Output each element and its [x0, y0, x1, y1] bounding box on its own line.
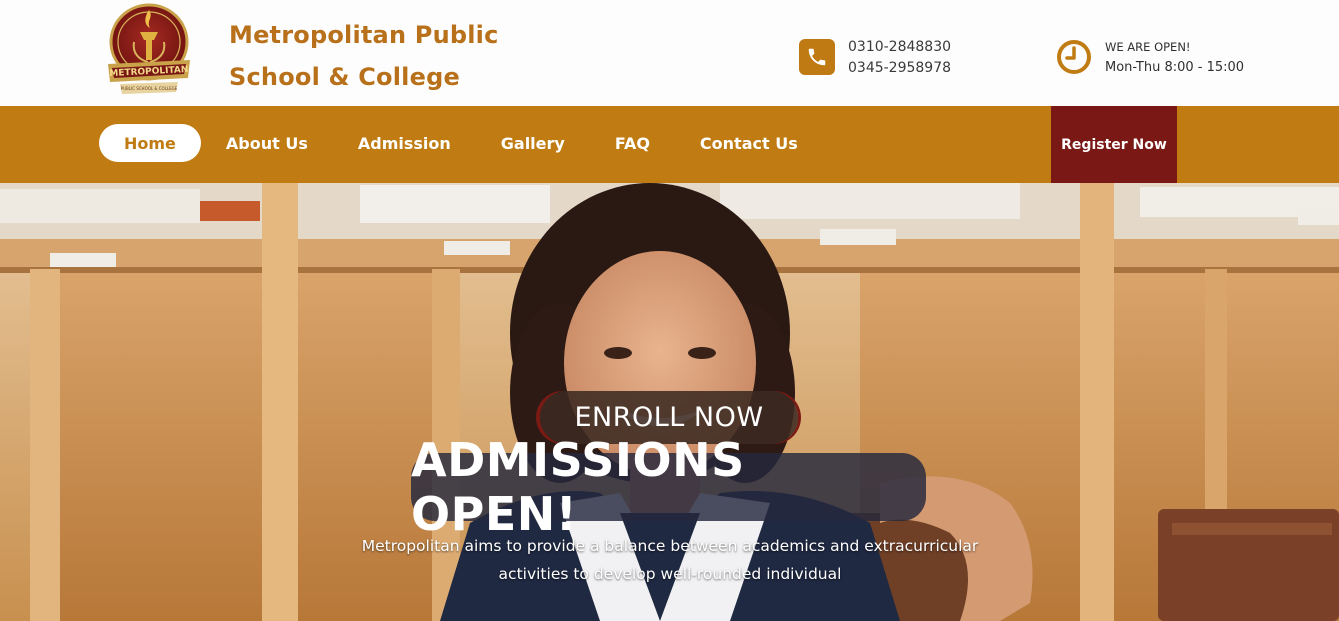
hero-tagline-line2: activities to develop well-rounded indiv… [498, 565, 842, 583]
nav-item-label: Contact Us [699, 133, 798, 153]
phone-number-2[interactable]: 0345-2958978 [848, 58, 951, 79]
register-now-button[interactable]: Register Now [1051, 106, 1177, 183]
school-name-line1: Metropolitan Public [229, 21, 499, 49]
nav-item-faq[interactable]: FAQ [590, 124, 675, 162]
hero-banner: ENROLL NOW ADMISSIONS OPEN! Metropolitan… [0, 183, 1339, 621]
nav-item-label: Gallery [500, 133, 565, 153]
clock-icon [1056, 39, 1092, 75]
nav-item-label: About Us [225, 133, 308, 153]
hours-time: Mon-Thu 8:00 - 15:00 [1105, 60, 1245, 75]
hours-title: WE ARE OPEN! [1105, 40, 1191, 54]
phone-icon [799, 39, 835, 75]
hero-tagline-line1: Metropolitan aims to provide a balance b… [361, 537, 979, 555]
admissions-open-headline: ADMISSIONS OPEN! [411, 433, 926, 541]
school-logo[interactable]: METROPOLITAN PUBLIC SCHOOL & COLLEGE [102, 2, 196, 98]
nav-item-admission[interactable]: Admission [333, 124, 476, 162]
nav-item-about-us[interactable]: About Us [201, 124, 333, 162]
phone-number-1[interactable]: 0310-2848830 [848, 37, 951, 58]
nav-item-home[interactable]: Home [99, 124, 201, 162]
school-name-line2: School & College [229, 63, 460, 91]
hero-tagline: Metropolitan aims to provide a balance b… [340, 532, 1000, 588]
svg-text:PUBLIC SCHOOL & COLLEGE: PUBLIC SCHOOL & COLLEGE [121, 86, 178, 91]
nav-item-gallery[interactable]: Gallery [476, 124, 590, 162]
school-name[interactable]: Metropolitan Public School & College [229, 14, 529, 98]
site-header: METROPOLITAN PUBLIC SCHOOL & COLLEGE Met… [0, 0, 1339, 106]
nav-item-contact-us[interactable]: Contact Us [675, 124, 823, 162]
main-nav: Home About Us Admission Gallery FAQ Cont… [0, 106, 1339, 183]
torch-crest-logo-icon: METROPOLITAN PUBLIC SCHOOL & COLLEGE [108, 3, 190, 94]
nav-item-label: Admission [357, 133, 451, 153]
nav-item-label: FAQ [614, 133, 650, 153]
nav-item-label: Home [124, 133, 176, 153]
